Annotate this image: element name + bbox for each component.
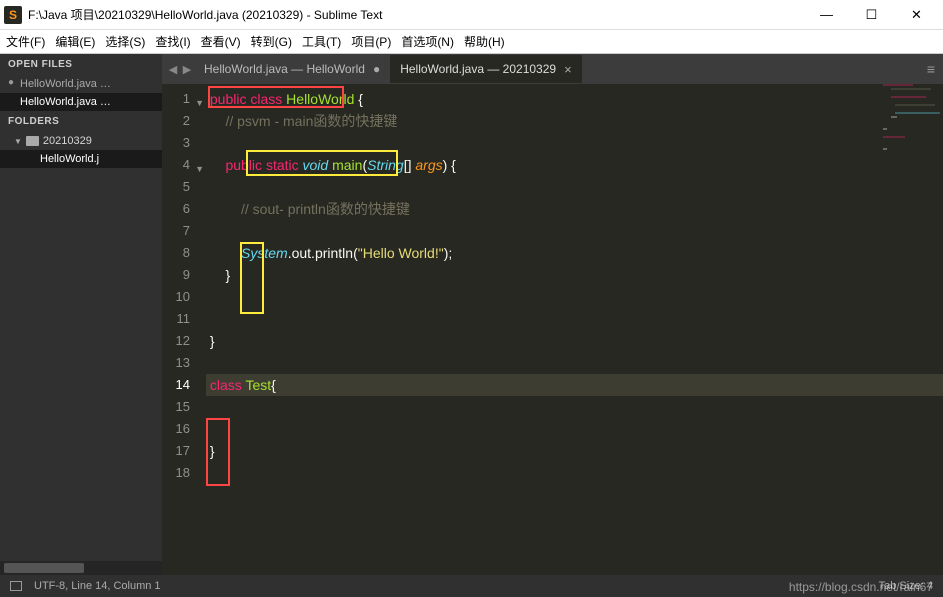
tab-bar: ◀ ▶ HelloWorld.java — HelloWorld ● Hello… [162, 54, 943, 84]
tab-dirty-icon: ● [373, 62, 380, 76]
open-file-item[interactable]: HelloWorld.java … [0, 93, 162, 111]
chevron-down-icon: ▼ [14, 137, 22, 146]
editor: ◀ ▶ HelloWorld.java — HelloWorld ● Hello… [162, 54, 943, 575]
code-line: public static void main(String[] args) { [206, 154, 943, 176]
tab-inactive[interactable]: HelloWorld.java — HelloWorld ● [194, 55, 390, 83]
line-number: 1▼ [162, 88, 206, 110]
line-number: 8 [162, 242, 206, 264]
title-bar: S F:\Java 项目\20210329\HelloWorld.java (2… [0, 0, 943, 30]
menu-view[interactable]: 查看(V) [201, 33, 241, 50]
open-files-title: OPEN FILES [0, 54, 162, 75]
status-left[interactable]: UTF-8, Line 14, Column 1 [34, 580, 161, 592]
window-controls: — ☐ ✕ [804, 1, 939, 29]
tab-close-icon[interactable]: × [564, 62, 572, 77]
line-number: 4▼ [162, 154, 206, 176]
code-line [206, 308, 943, 330]
app-icon: S [4, 6, 22, 24]
code-line [206, 176, 943, 198]
menu-find[interactable]: 查找(I) [155, 33, 190, 50]
code-area[interactable]: 1▼ 2 3 4▼ 5 6 7 8 9 10 11 12 13 14 15 16… [162, 84, 943, 575]
menu-help[interactable]: 帮助(H) [464, 33, 505, 50]
close-button[interactable]: ✕ [894, 1, 939, 29]
code-line: } [206, 440, 943, 462]
code-lines[interactable]: public class HelloWorld { // psvm - main… [206, 84, 943, 575]
folder-row[interactable]: ▼ 20210329 [0, 132, 162, 150]
minimap[interactable] [883, 84, 943, 284]
open-file-label: HelloWorld.java … [20, 78, 111, 90]
sidebar-scrollbar[interactable] [0, 561, 162, 575]
minimize-button[interactable]: — [804, 1, 849, 29]
line-number: 18 [162, 462, 206, 484]
menu-project[interactable]: 项目(P) [351, 33, 391, 50]
open-file-label: HelloWorld.java … [20, 96, 111, 108]
code-line: } [206, 330, 943, 352]
line-number: 7 [162, 220, 206, 242]
line-number: 10 [162, 286, 206, 308]
line-number: 5 [162, 176, 206, 198]
line-number: 17 [162, 440, 206, 462]
line-number: 11 [162, 308, 206, 330]
code-line [206, 132, 943, 154]
code-line [206, 396, 943, 418]
file-row[interactable]: HelloWorld.j [0, 150, 162, 168]
main-row: OPEN FILES HelloWorld.java … HelloWorld.… [0, 54, 943, 575]
folder-icon [26, 136, 39, 146]
status-icon[interactable] [10, 581, 22, 591]
code-line [206, 352, 943, 374]
tab-label: HelloWorld.java — HelloWorld [204, 62, 365, 76]
file-name: HelloWorld.j [40, 153, 99, 165]
scrollbar-thumb[interactable] [4, 563, 84, 573]
folders-title: FOLDERS [0, 111, 162, 132]
line-number: 3 [162, 132, 206, 154]
code-line: class Test{ [206, 374, 943, 396]
line-number: 14 [162, 374, 206, 396]
gutter: 1▼ 2 3 4▼ 5 6 7 8 9 10 11 12 13 14 15 16… [162, 84, 206, 575]
code-line [206, 462, 943, 484]
code-line: // sout- println函数的快捷键 [206, 198, 943, 220]
line-number: 12 [162, 330, 206, 352]
code-line: System.out.println("Hello World!"); [206, 242, 943, 264]
code-line: } [206, 264, 943, 286]
window-title: F:\Java 项目\20210329\HelloWorld.java (202… [28, 6, 804, 23]
tab-menu-icon[interactable]: ≡ [927, 61, 935, 77]
menu-bar: 文件(F) 编辑(E) 选择(S) 查找(I) 查看(V) 转到(G) 工具(T… [0, 30, 943, 54]
code-line: public class HelloWorld { [206, 88, 943, 110]
menu-edit[interactable]: 编辑(E) [55, 33, 95, 50]
tab-label: HelloWorld.java — 20210329 [400, 62, 556, 76]
line-number: 9 [162, 264, 206, 286]
code-line [206, 286, 943, 308]
code-line [206, 418, 943, 440]
menu-prefs[interactable]: 首选项(N) [401, 33, 454, 50]
code-line [206, 220, 943, 242]
status-right[interactable]: Tab Size: 4 [879, 580, 933, 592]
line-number: 15 [162, 396, 206, 418]
status-bar: UTF-8, Line 14, Column 1 Tab Size: 4 [0, 575, 943, 597]
tab-prev-icon[interactable]: ◀ [166, 63, 180, 76]
open-file-item[interactable]: HelloWorld.java … [0, 75, 162, 93]
line-number: 6 [162, 198, 206, 220]
menu-goto[interactable]: 转到(G) [251, 33, 292, 50]
menu-file[interactable]: 文件(F) [6, 33, 45, 50]
line-number: 16 [162, 418, 206, 440]
tab-active[interactable]: HelloWorld.java — 20210329 × [390, 55, 581, 83]
maximize-button[interactable]: ☐ [849, 1, 894, 29]
folder-name: 20210329 [43, 135, 92, 147]
line-number: 2 [162, 110, 206, 132]
sidebar: OPEN FILES HelloWorld.java … HelloWorld.… [0, 54, 162, 575]
code-line: // psvm - main函数的快捷键 [206, 110, 943, 132]
menu-select[interactable]: 选择(S) [105, 33, 145, 50]
tab-next-icon[interactable]: ▶ [180, 63, 194, 76]
menu-tools[interactable]: 工具(T) [302, 33, 341, 50]
line-number: 13 [162, 352, 206, 374]
